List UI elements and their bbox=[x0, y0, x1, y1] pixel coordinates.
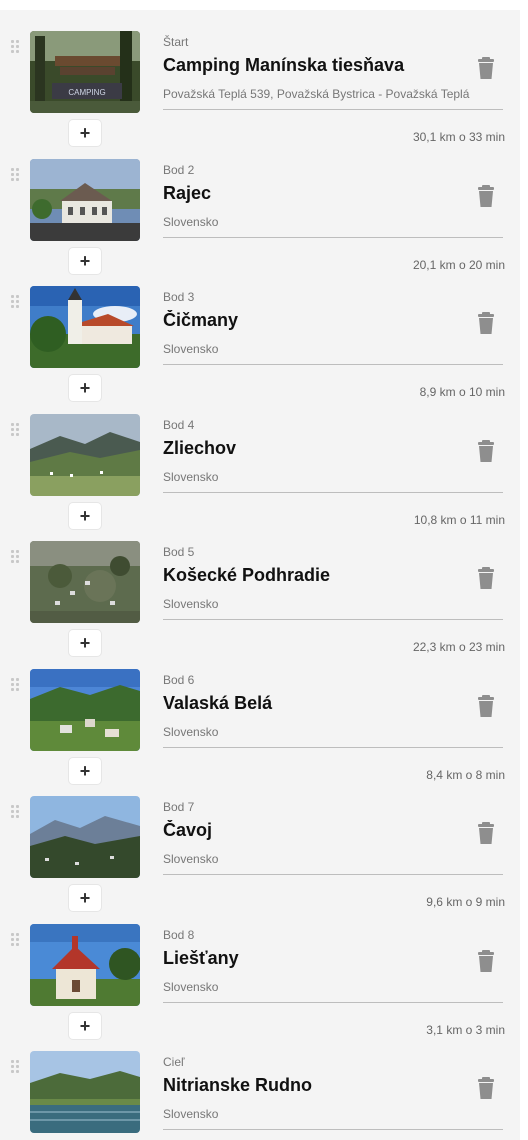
trash-icon[interactable] bbox=[476, 184, 496, 208]
waypoint-thumbnail: CAMPING bbox=[30, 31, 140, 113]
divider bbox=[163, 1129, 503, 1130]
drag-handle-icon[interactable] bbox=[11, 295, 19, 309]
waypoint-name[interactable]: Košecké Podhradie bbox=[163, 565, 463, 586]
trash-icon[interactable] bbox=[476, 566, 496, 590]
waypoint-address: Slovensko bbox=[163, 1107, 219, 1121]
waypoint-label: Bod 4 bbox=[163, 418, 195, 432]
divider bbox=[163, 1002, 503, 1003]
waypoint-label: Bod 5 bbox=[163, 545, 195, 559]
divider bbox=[163, 364, 503, 365]
divider bbox=[163, 619, 503, 620]
waypoint-item[interactable]: Bod 7 Čavoj Slovensko bbox=[0, 775, 520, 878]
drag-handle-icon[interactable] bbox=[11, 805, 19, 819]
trash-icon[interactable] bbox=[476, 56, 496, 80]
waypoint-item[interactable]: Bod 4 Zliechov Slovensko bbox=[0, 393, 520, 496]
waypoint-name[interactable]: Liešťany bbox=[163, 948, 463, 969]
waypoint-item[interactable]: Bod 5 Košecké Podhradie Slovensko bbox=[0, 520, 520, 623]
waypoint-item[interactable]: Bod 2 Rajec Slovensko bbox=[0, 138, 520, 241]
trash-icon[interactable] bbox=[476, 439, 496, 463]
waypoint-item[interactable]: Cieľ Nitrianske Rudno Slovensko bbox=[0, 1030, 520, 1133]
waypoint-label: Cieľ bbox=[163, 1055, 185, 1069]
trash-icon[interactable] bbox=[476, 311, 496, 335]
divider bbox=[163, 492, 503, 493]
divider bbox=[163, 747, 503, 748]
drag-handle-icon[interactable] bbox=[11, 678, 19, 692]
waypoint-name[interactable]: Valaská Belá bbox=[163, 693, 463, 714]
svg-text:CAMPING: CAMPING bbox=[68, 88, 105, 97]
waypoint-label: Bod 2 bbox=[163, 163, 195, 177]
drag-handle-icon[interactable] bbox=[11, 1060, 19, 1074]
waypoint-label: Bod 3 bbox=[163, 290, 195, 304]
trash-icon[interactable] bbox=[476, 1076, 496, 1100]
waypoint-label: Bod 7 bbox=[163, 800, 195, 814]
drag-handle-icon[interactable] bbox=[11, 40, 19, 54]
drag-handle-icon[interactable] bbox=[11, 423, 19, 437]
divider bbox=[163, 874, 503, 875]
waypoint-address: Slovensko bbox=[163, 215, 219, 229]
waypoint-name[interactable]: Čavoj bbox=[163, 820, 463, 841]
trash-icon[interactable] bbox=[476, 949, 496, 973]
drag-handle-icon[interactable] bbox=[11, 168, 19, 182]
waypoint-address: Slovensko bbox=[163, 342, 219, 356]
waypoint-thumbnail bbox=[30, 541, 140, 623]
waypoint-thumbnail bbox=[30, 796, 140, 878]
waypoint-address: Považská Teplá 539, Považská Bystrica - … bbox=[163, 87, 470, 101]
waypoint-address: Slovensko bbox=[163, 725, 219, 739]
waypoint-item[interactable]: CAMPING Štart Camping Manínska tiesňava Po… bbox=[0, 10, 520, 113]
waypoint-thumbnail bbox=[30, 924, 140, 1006]
waypoint-thumbnail bbox=[30, 414, 140, 496]
waypoint-item[interactable]: Bod 3 Čičmany Slovensko bbox=[0, 265, 520, 368]
waypoint-name[interactable]: Čičmany bbox=[163, 310, 463, 331]
waypoint-thumbnail bbox=[30, 669, 140, 751]
waypoint-address: Slovensko bbox=[163, 470, 219, 484]
waypoint-address: Slovensko bbox=[163, 597, 219, 611]
waypoint-name[interactable]: Zliechov bbox=[163, 438, 463, 459]
waypoint-thumbnail bbox=[30, 286, 140, 368]
divider bbox=[163, 109, 503, 110]
waypoint-label: Bod 8 bbox=[163, 928, 195, 942]
waypoint-address: Slovensko bbox=[163, 980, 219, 994]
waypoint-thumbnail bbox=[30, 1051, 140, 1133]
waypoint-label: Štart bbox=[163, 35, 189, 49]
divider bbox=[163, 237, 503, 238]
waypoint-label: Bod 6 bbox=[163, 673, 195, 687]
drag-handle-icon[interactable] bbox=[11, 550, 19, 564]
waypoint-name[interactable]: Camping Manínska tiesňava bbox=[163, 55, 463, 76]
waypoint-name[interactable]: Nitrianske Rudno bbox=[163, 1075, 463, 1096]
drag-handle-icon[interactable] bbox=[11, 933, 19, 947]
route-waypoints-panel: CAMPING Štart Camping Manínska tiesňava Po… bbox=[0, 10, 520, 1140]
waypoint-thumbnail bbox=[30, 159, 140, 241]
trash-icon[interactable] bbox=[476, 821, 496, 845]
waypoint-item[interactable]: Bod 6 Valaská Belá Slovensko bbox=[0, 648, 520, 751]
trash-icon[interactable] bbox=[476, 694, 496, 718]
waypoint-item[interactable]: Bod 8 Liešťany Slovensko bbox=[0, 903, 520, 1006]
waypoint-address: Slovensko bbox=[163, 852, 219, 866]
waypoint-name[interactable]: Rajec bbox=[163, 183, 463, 204]
